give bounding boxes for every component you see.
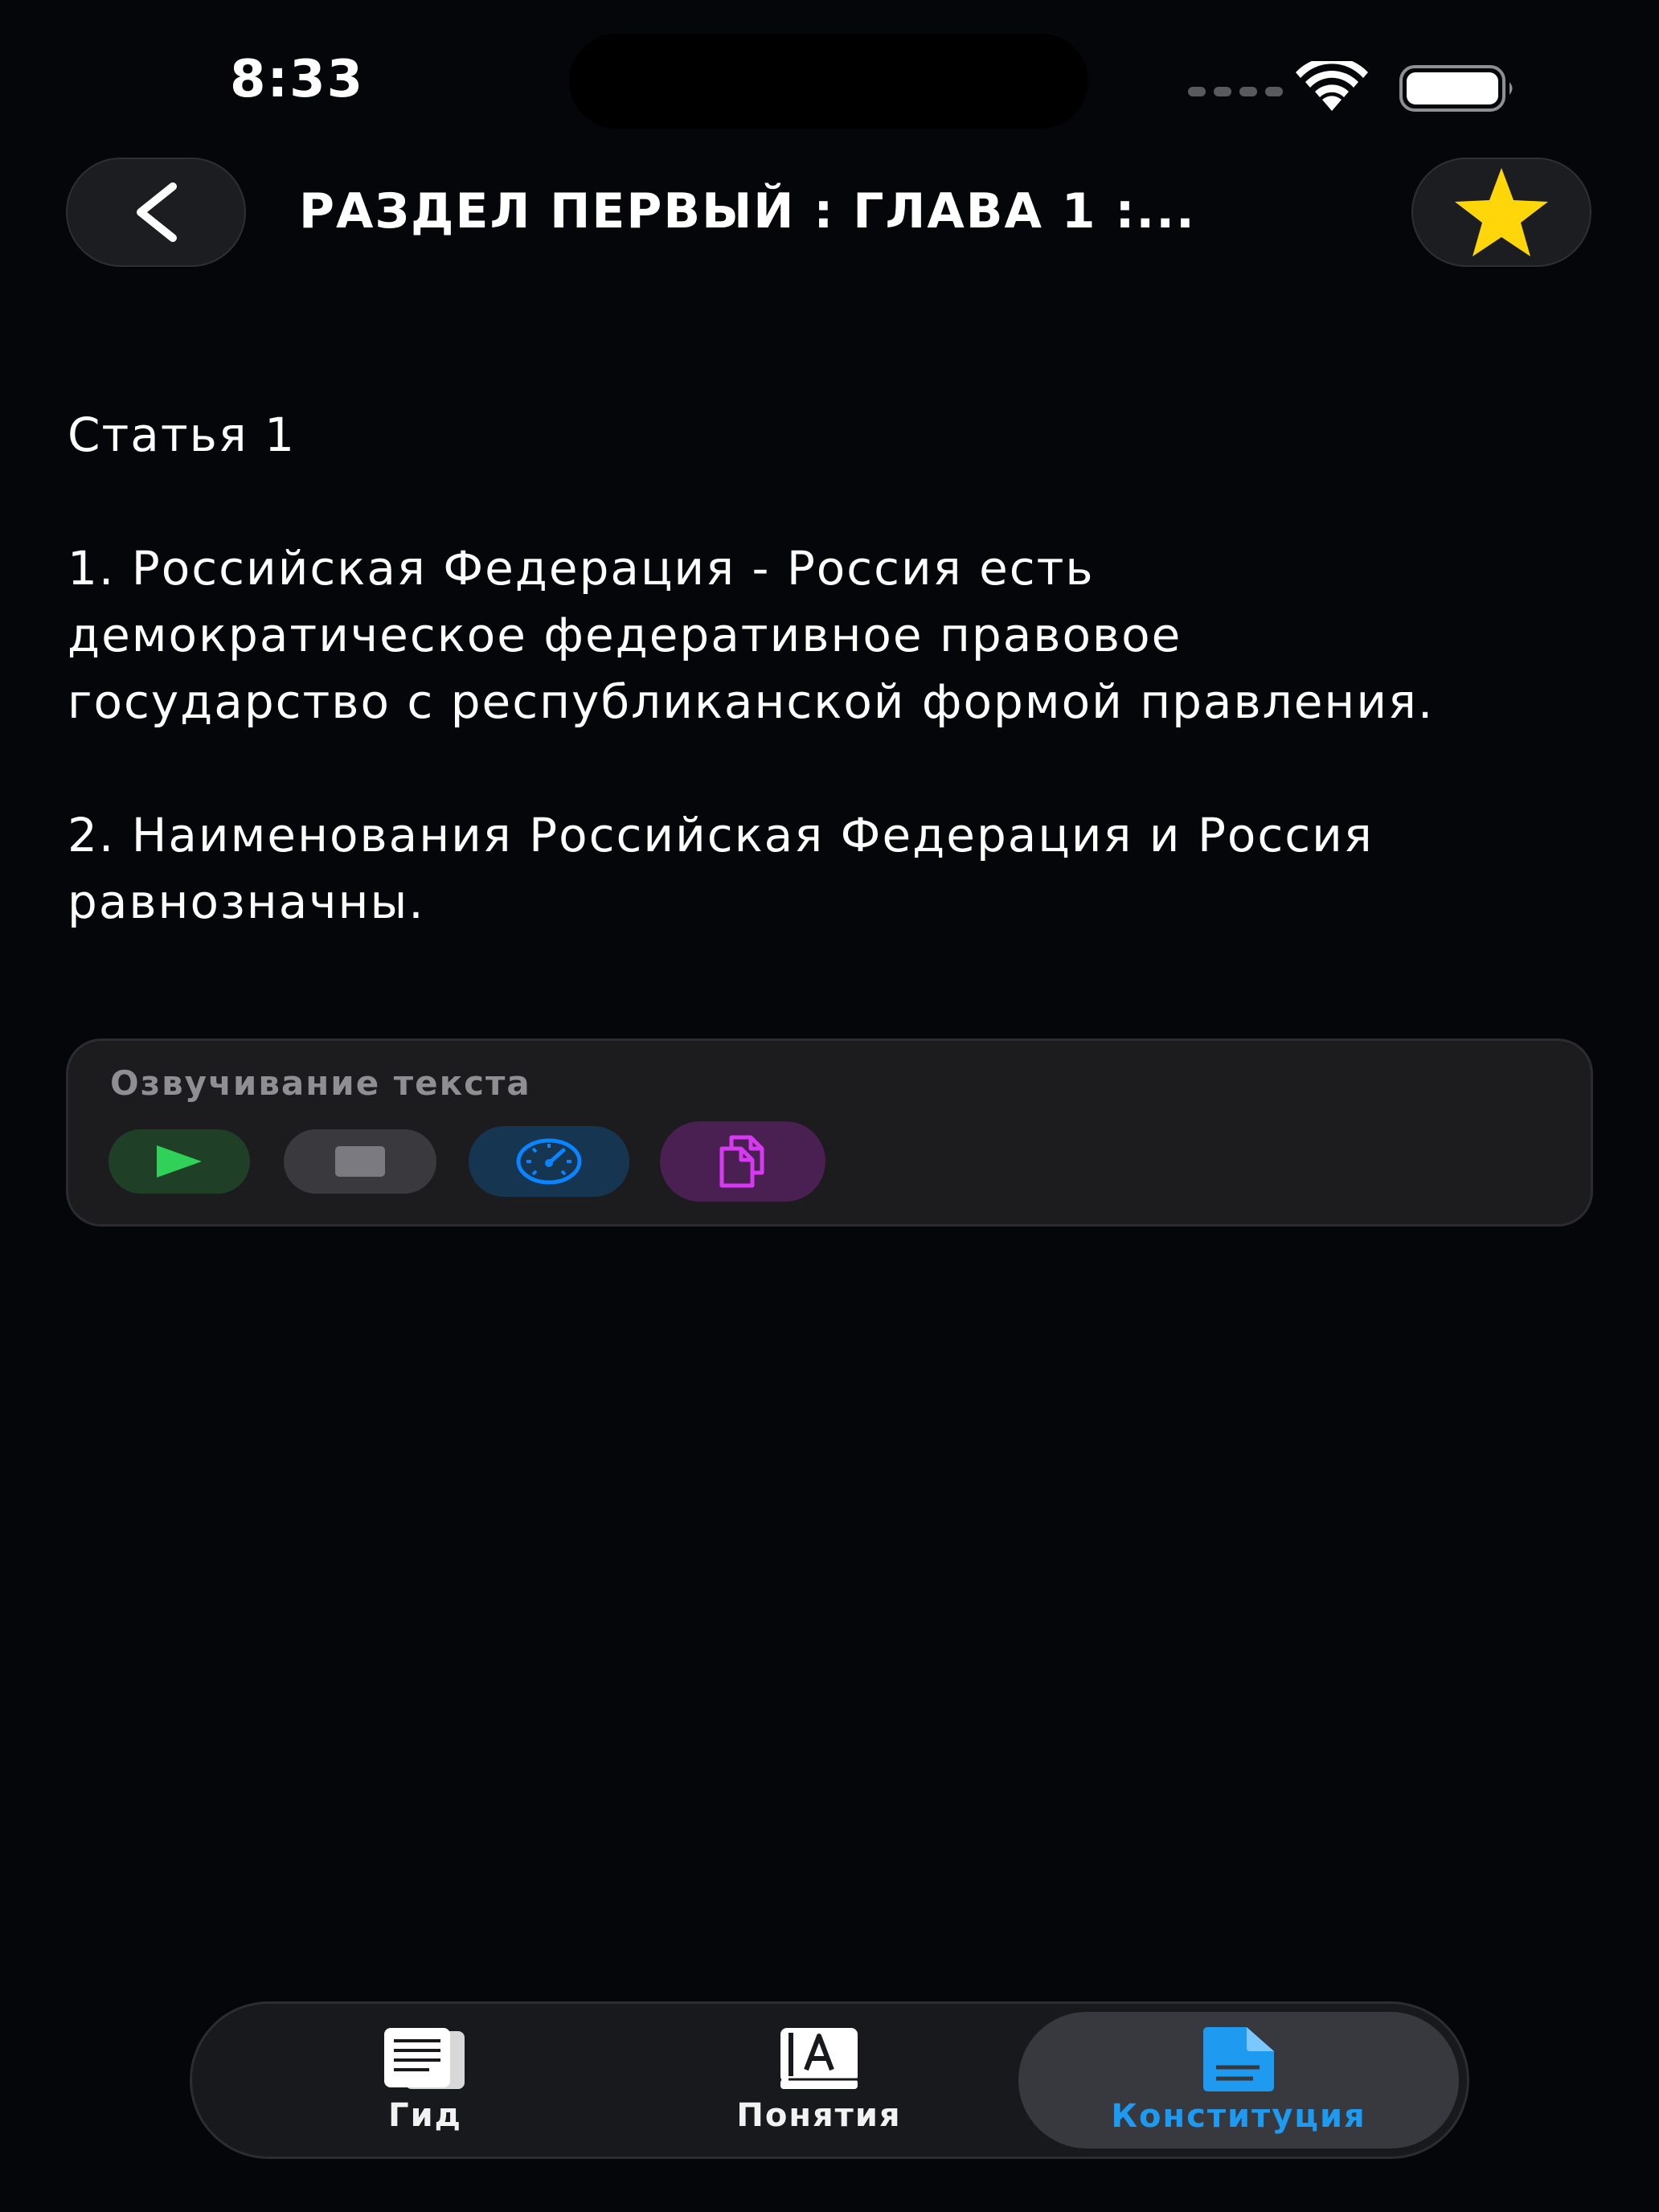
article-paragraph-2: 2. Наименования Российская Федерация и Р…	[68, 808, 1374, 929]
article-text: Статья 1 1. Российская Федерация - Росси…	[68, 402, 1595, 936]
tab-guide-label: Гид	[388, 2097, 462, 2134]
play-button[interactable]	[109, 1129, 250, 1194]
document-icon	[1203, 2027, 1274, 2091]
chevron-left-icon	[137, 182, 177, 242]
tab-terms-label: Понятия	[736, 2097, 902, 2134]
copy-icon	[719, 1135, 764, 1188]
speedometer-icon	[516, 1138, 582, 1185]
tab-constitution[interactable]: Конституция	[1018, 2012, 1459, 2149]
battery-icon	[1399, 65, 1513, 112]
tab-bar: Гид Понятия Конституция	[190, 2001, 1469, 2159]
play-icon	[157, 1145, 202, 1178]
dynamic-island	[569, 34, 1088, 129]
guide-book-icon	[384, 2028, 465, 2089]
star-icon	[1455, 168, 1548, 256]
stop-icon	[335, 1146, 385, 1177]
article-heading: Статья 1	[68, 408, 297, 462]
cellular-signal-icon	[1188, 87, 1283, 96]
tab-terms[interactable]: Понятия	[690, 2004, 948, 2157]
text-to-speech-panel: Озвучивание текста	[66, 1038, 1593, 1227]
stop-button[interactable]	[284, 1129, 436, 1194]
screen: 8:33 РАЗДЕЛ ПЕРВЫЙ : ГЛАВА 1 :... Статья…	[0, 0, 1659, 2212]
back-button[interactable]	[66, 158, 246, 267]
tts-label: Озвучивание текста	[110, 1063, 531, 1103]
speed-button[interactable]	[469, 1126, 629, 1197]
favorite-button[interactable]	[1411, 158, 1591, 267]
tab-guide[interactable]: Гид	[297, 2004, 554, 2157]
dictionary-icon	[780, 2028, 858, 2089]
tab-constitution-label: Конституция	[1111, 2098, 1366, 2135]
article-paragraph-1: 1. Российская Федерация - Россия есть де…	[68, 541, 1435, 729]
copy-button[interactable]	[660, 1121, 825, 1202]
status-time: 8:33	[230, 50, 365, 109]
wifi-icon	[1296, 61, 1368, 111]
page-title: РАЗДЕЛ ПЕРВЫЙ : ГЛАВА 1 :...	[299, 183, 1196, 240]
